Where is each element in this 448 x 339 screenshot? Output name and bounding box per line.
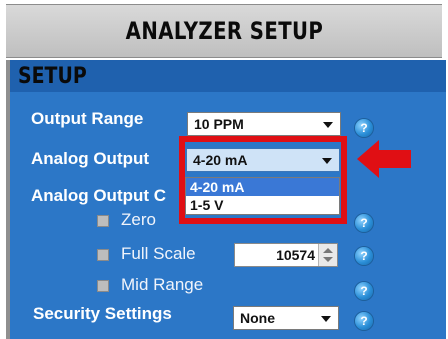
dropdown-arrow-icon	[323, 122, 333, 128]
spin-down-icon[interactable]	[323, 257, 333, 262]
help-icon[interactable]: ?	[355, 312, 373, 330]
highlight-box	[179, 136, 347, 224]
red-arrow-icon	[357, 140, 411, 178]
help-icon[interactable]: ?	[355, 119, 373, 137]
security-settings-label: Security Settings	[33, 304, 172, 323]
full-scale-label: Full Scale	[121, 244, 196, 263]
output-range-value: 10 PPM	[194, 116, 244, 132]
mid-range-label: Mid Range	[121, 275, 204, 294]
section-title: SETUP	[18, 64, 87, 89]
output-range-label: Output Range	[31, 109, 144, 128]
security-value: None	[240, 310, 275, 326]
security-select[interactable]: None	[233, 306, 339, 330]
full-scale-value: 10574	[276, 247, 315, 263]
output-range-select[interactable]: 10 PPM	[187, 112, 341, 136]
analog-output-label: Analog Output	[31, 149, 150, 168]
help-icon[interactable]: ?	[355, 282, 373, 300]
zero-label: Zero	[121, 210, 156, 229]
help-icon[interactable]: ?	[355, 247, 373, 265]
help-icon[interactable]: ?	[355, 214, 373, 232]
dropdown-arrow-icon	[321, 316, 331, 322]
full-scale-checkbox[interactable]	[97, 249, 109, 261]
page-title: ANALYZER SETUP	[125, 17, 323, 45]
zero-checkbox[interactable]	[97, 215, 109, 227]
page-header: ANALYZER SETUP	[6, 4, 442, 58]
spin-up-icon[interactable]	[323, 248, 333, 253]
analog-output-cal-label: Analog Output C	[31, 186, 167, 205]
mid-range-checkbox[interactable]	[97, 280, 109, 292]
analyzer-setup-window: ANALYZER SETUP SETUP Output Range 10 PPM…	[0, 0, 448, 339]
spin-buttons[interactable]	[318, 244, 337, 266]
full-scale-input[interactable]: 10574	[234, 243, 338, 267]
